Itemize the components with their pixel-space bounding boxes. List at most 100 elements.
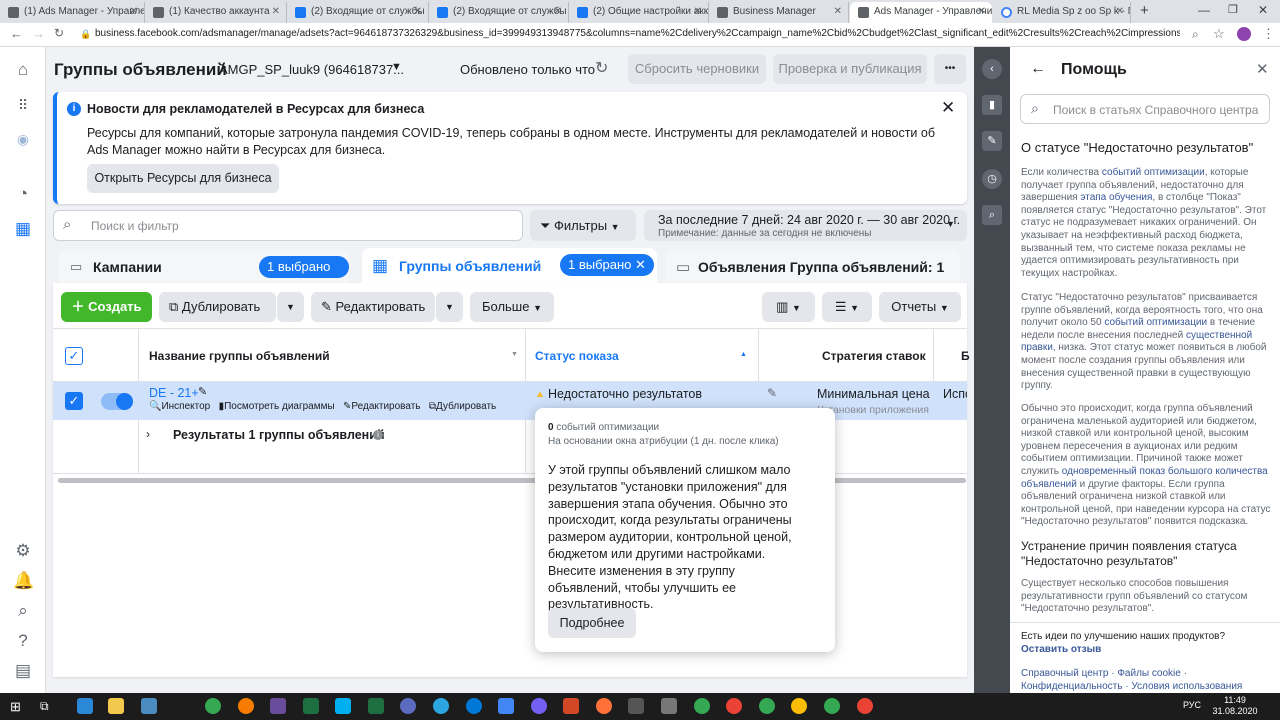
- feedback-link[interactable]: Оставить отзыв: [1021, 644, 1101, 655]
- sort-icon[interactable]: ▼: [511, 351, 518, 358]
- search-icon[interactable]: ⌕: [13, 601, 33, 621]
- filters-button[interactable]: ⏷ Фильтры ▼: [530, 210, 636, 241]
- browser-tab[interactable]: (2) Входящие от службы п ✕: [429, 2, 569, 23]
- open-resources-button[interactable]: Открыть Ресурсы для бизнеса: [87, 164, 279, 193]
- window-close-icon[interactable]: ✕: [1258, 3, 1268, 17]
- restore-icon[interactable]: ❐: [1228, 3, 1238, 16]
- breakdown-button[interactable]: ☰ ▼: [822, 292, 872, 322]
- select-all-checkbox[interactable]: ✓: [65, 347, 83, 365]
- search-icon[interactable]: ⌕: [982, 205, 1002, 225]
- url-field[interactable]: business.facebook.com/adsmanager/manage/…: [95, 28, 1180, 42]
- chart-icon[interactable]: ▮: [982, 95, 1002, 115]
- powerpoint-icon[interactable]: [563, 698, 579, 714]
- view-charts-link[interactable]: ▮Посмотреть диаграммы: [219, 401, 335, 412]
- footer-link[interactable]: Файлы cookie: [1117, 668, 1180, 679]
- pencil-icon[interactable]: ✎: [767, 386, 777, 400]
- chrome-icon[interactable]: [759, 698, 775, 714]
- browser-tab[interactable]: (1) Ads Manager - Управле ✕: [0, 2, 145, 23]
- col-adset-name[interactable]: Название группы объявлений: [149, 349, 330, 363]
- app-icon[interactable]: [400, 698, 416, 714]
- chevron-down-icon[interactable]: ▼: [391, 61, 402, 73]
- info-icon[interactable]: i: [373, 430, 383, 440]
- app-icon[interactable]: [238, 698, 254, 714]
- file-explorer-icon[interactable]: [108, 698, 124, 714]
- selection-chip[interactable]: 1 выбрано ✕: [560, 254, 654, 276]
- new-tab-icon[interactable]: +: [1140, 2, 1149, 19]
- edit-dropdown[interactable]: ▼: [436, 292, 463, 322]
- tab-adsets[interactable]: ▦ Группы объявлений 1 выбрано ✕: [362, 248, 657, 284]
- refresh-icon[interactable]: ↻: [595, 58, 608, 78]
- skype-icon[interactable]: [335, 698, 351, 714]
- minimize-icon[interactable]: —: [1198, 3, 1210, 17]
- app-icon[interactable]: [661, 698, 677, 714]
- forward-icon[interactable]: →: [32, 26, 45, 41]
- help-link[interactable]: этапа обучения: [1080, 192, 1152, 203]
- col-bid-strategy[interactable]: Стратегия ставок: [822, 349, 926, 363]
- row-checkbox[interactable]: ✓: [65, 392, 83, 410]
- date-range-picker[interactable]: За последние 7 дней: 24 авг 2020 г. — 30…: [644, 210, 967, 241]
- profile-avatar[interactable]: [1237, 27, 1251, 41]
- close-icon[interactable]: ✕: [978, 2, 986, 22]
- more-options-button[interactable]: •••: [934, 54, 966, 84]
- browser-tab[interactable]: Business Manager ✕: [709, 2, 849, 23]
- task-view-icon[interactable]: ⧉: [40, 699, 49, 714]
- report-icon[interactable]: ▤: [13, 661, 33, 681]
- help-icon[interactable]: ?: [13, 631, 33, 651]
- close-icon[interactable]: ✕: [1256, 60, 1269, 78]
- chrome-icon[interactable]: [791, 698, 807, 714]
- search-filter-input[interactable]: ⌕ Поиск и фильтр: [53, 210, 523, 241]
- help-search-input[interactable]: ⌕ Поиск в статьях Справочного центра: [1020, 94, 1270, 124]
- back-icon[interactable]: ←: [1030, 60, 1046, 78]
- zoom-icon[interactable]: ⌕: [1192, 27, 1199, 42]
- browser-tab[interactable]: (2) Входящие от службы п ✕: [287, 2, 429, 23]
- settings-icon[interactable]: ⚙: [13, 541, 33, 561]
- language-indicator[interactable]: РУС: [1183, 700, 1201, 710]
- chrome-icon[interactable]: [726, 698, 742, 714]
- business-icon[interactable]: ◉: [13, 129, 33, 149]
- viber-icon[interactable]: [531, 698, 547, 714]
- edge-icon[interactable]: [466, 698, 482, 714]
- close-icon[interactable]: ✕: [834, 2, 842, 22]
- duplicate-button[interactable]: ⧉ Дублировать: [159, 292, 276, 322]
- start-icon[interactable]: ⊞: [10, 699, 21, 715]
- tab-campaigns[interactable]: ▭ Кампании 1 выбрано ✕: [59, 249, 349, 296]
- close-icon[interactable]: ✕: [694, 2, 702, 22]
- telegram-icon[interactable]: [433, 698, 449, 714]
- app-icon[interactable]: [77, 698, 93, 714]
- collapse-icon[interactable]: ‹: [982, 59, 1002, 79]
- footer-link[interactable]: Условия использования: [1131, 681, 1242, 692]
- edit-button[interactable]: ✎ Редактировать: [311, 292, 435, 322]
- duplicate-dropdown[interactable]: ▼: [277, 292, 304, 322]
- pencil-icon[interactable]: ✎: [198, 385, 207, 398]
- delivery-status[interactable]: Недостаточно результатов: [548, 387, 702, 401]
- reports-button[interactable]: Отчеты ▼: [879, 292, 961, 322]
- pencil-icon[interactable]: ✎: [982, 131, 1002, 151]
- notifications-icon[interactable]: 🔔: [13, 571, 34, 591]
- close-icon[interactable]: ✕: [414, 2, 422, 22]
- reload-icon[interactable]: ↻: [54, 26, 64, 40]
- ads-manager-icon[interactable]: ▦: [13, 219, 33, 239]
- dashboard-icon[interactable]: ◔: [13, 184, 33, 204]
- star-icon[interactable]: ☆: [1213, 26, 1225, 42]
- account-selector[interactable]: AMGP_SP_luuk9 (964618737...: [219, 62, 404, 77]
- create-button[interactable]: ＋ Создать: [61, 292, 152, 322]
- clock-icon[interactable]: ◷: [982, 169, 1002, 189]
- close-icon[interactable]: ✕: [635, 257, 646, 272]
- app-icon[interactable]: [141, 698, 157, 714]
- review-publish-button[interactable]: Проверка и публикация: [773, 54, 927, 84]
- app-icon[interactable]: [628, 698, 644, 714]
- close-icon[interactable]: ✕: [941, 98, 955, 118]
- chrome-icon[interactable]: [824, 698, 840, 714]
- menu-dots-icon[interactable]: ⋮: [1262, 26, 1275, 42]
- more-button[interactable]: Больше ▼: [470, 292, 554, 322]
- selection-chip[interactable]: 1 выбрано ✕: [259, 256, 349, 296]
- close-icon[interactable]: ✕: [130, 2, 138, 22]
- browser-tab[interactable]: (2) Общие настройки акка ✕: [569, 2, 709, 23]
- duplicate-link[interactable]: ⧉Дублировать: [429, 401, 496, 412]
- adset-name-link[interactable]: DE - 21+: [149, 386, 199, 400]
- browser-tab[interactable]: (1) Качество аккаунта ✕: [145, 2, 287, 23]
- chrome-icon[interactable]: [205, 698, 221, 714]
- browser-tab[interactable]: RL Media Sp z oo Sp k - По ✕: [993, 2, 1131, 23]
- sort-asc-icon[interactable]: ▲: [740, 351, 747, 358]
- learn-more-button[interactable]: Подробнее: [548, 608, 636, 638]
